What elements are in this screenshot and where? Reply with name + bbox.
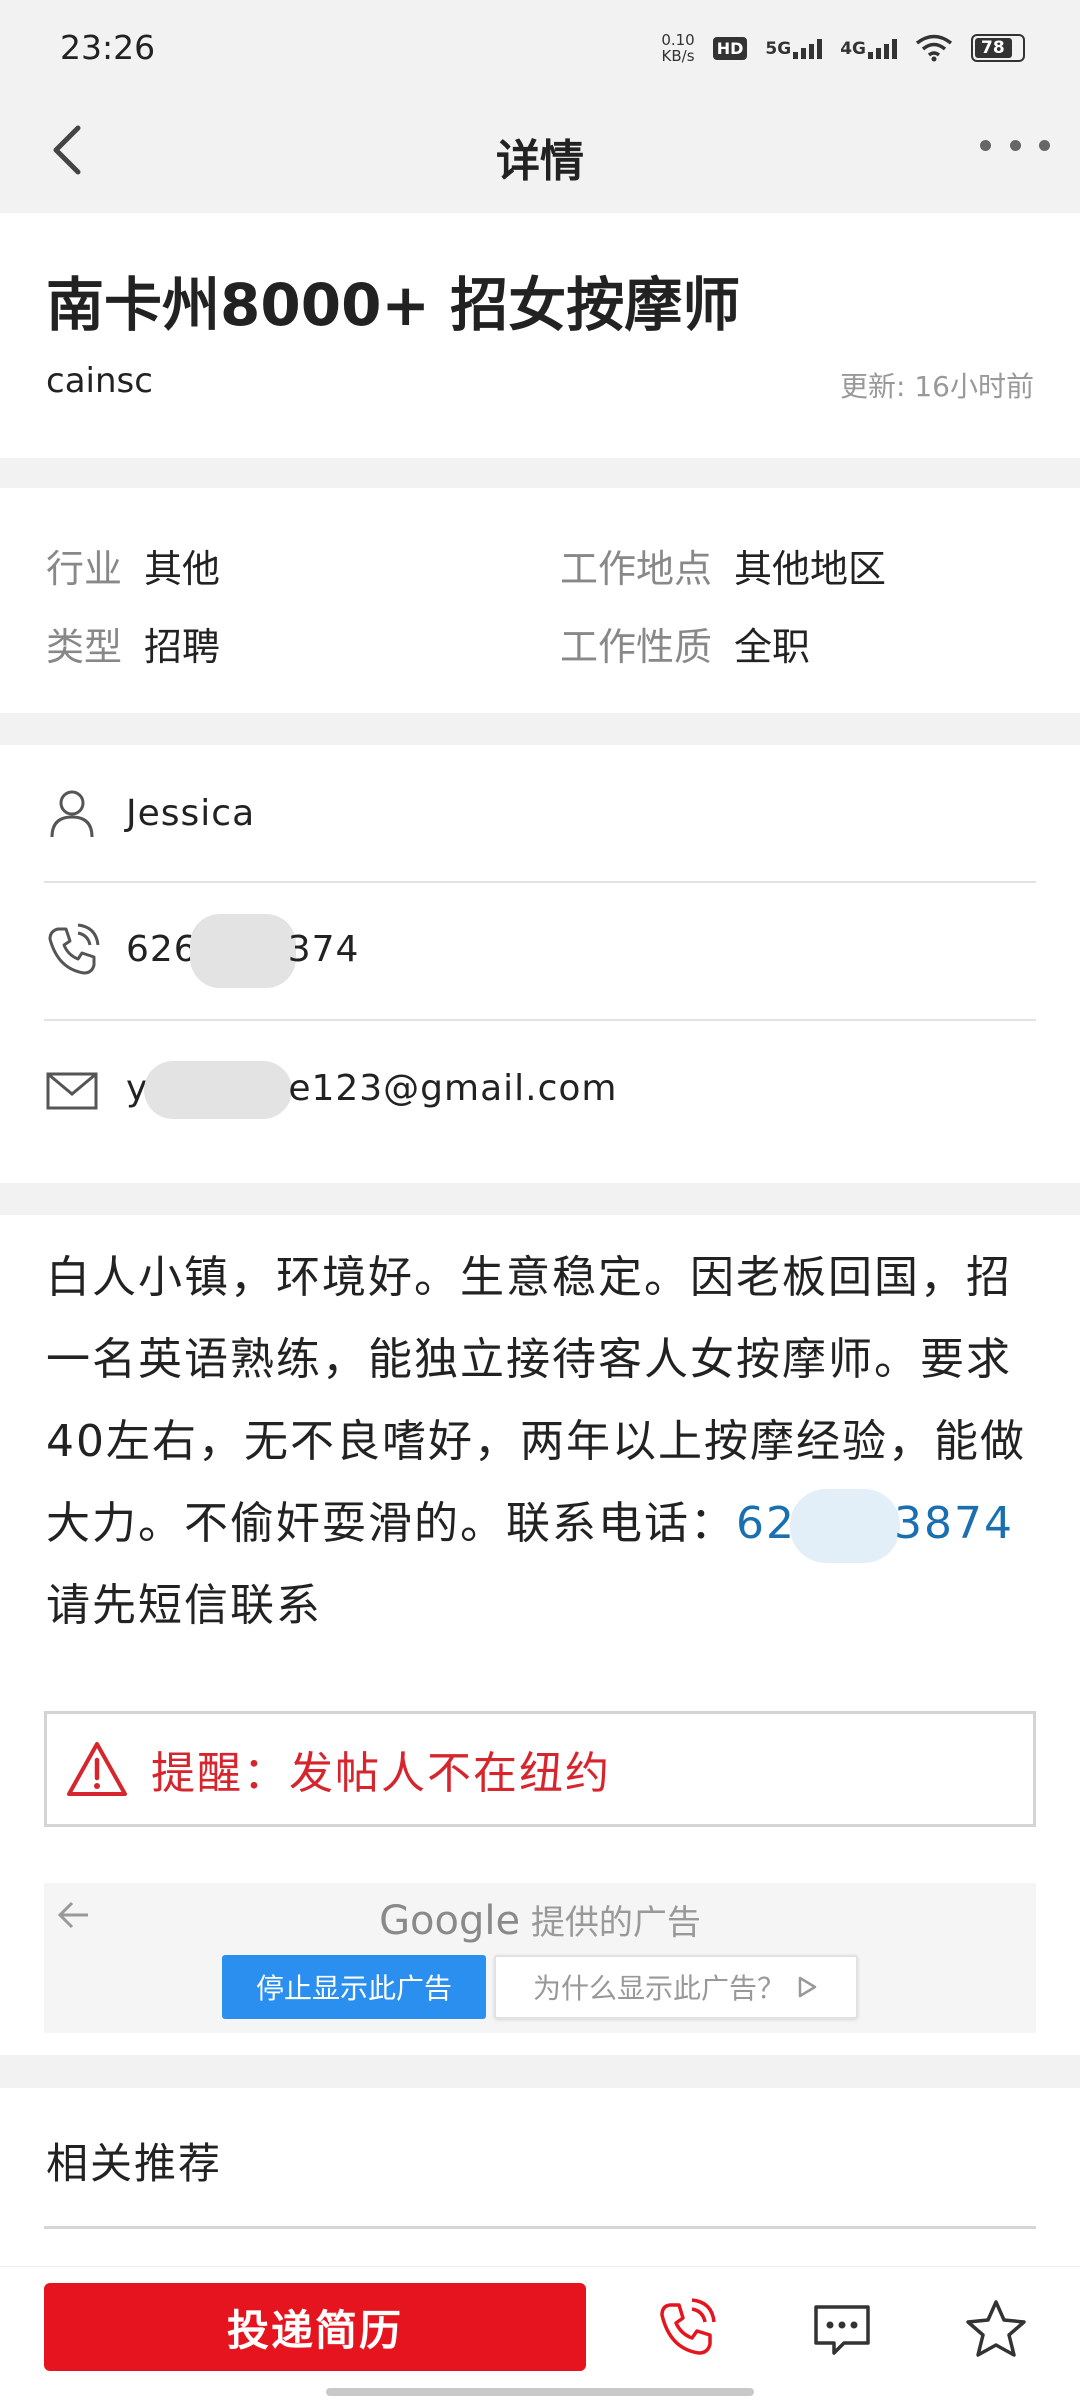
signal-4g-icon: 4G <box>840 37 897 59</box>
divider <box>44 2226 1036 2229</box>
post-updated-time: 更新: 16小时前 <box>840 370 1034 403</box>
contact-info: Jessica 626 374 y e123@gmail.com <box>0 745 1080 1183</box>
description-phone-link[interactable]: 62 3874 <box>736 1489 1014 1563</box>
contact-phone-row[interactable]: 626 374 <box>44 883 1036 1021</box>
status-icons: 0.10 KB/s HD 5G 4G 78 <box>661 32 1025 64</box>
star-icon[interactable] <box>964 2297 1028 2361</box>
more-options-icon[interactable] <box>980 135 1050 155</box>
stop-ad-button[interactable]: 停止显示此广告 <box>222 1955 486 2019</box>
contact-name: Jessica <box>126 792 256 834</box>
warning-banner: 提醒：发帖人不在纽约 <box>44 1711 1036 1827</box>
signal-5g-icon: 5G <box>765 37 823 59</box>
hd-voice-icon: HD <box>712 36 748 60</box>
contact-email-row[interactable]: y e123@gmail.com <box>44 1021 1036 1159</box>
redacted-blur <box>189 914 296 988</box>
description-text: 白人小镇，环境好。生意稳定。因老板回国，招一名英语熟练，能独立接待客人女按摩师。… <box>46 1252 1026 1631</box>
meta-industry: 行业 其他 <box>46 547 221 591</box>
ad-provider-label: Google 提供的广告 <box>379 1898 701 1944</box>
meta-location: 工作地点 其他地区 <box>560 547 887 591</box>
page-title: 详情 <box>496 136 584 187</box>
status-bar: 23:26 0.10 KB/s HD 5G 4G 78 <box>0 0 1080 95</box>
status-time: 23:26 <box>60 28 156 67</box>
related-title: 相关推荐 <box>46 2139 223 2188</box>
post-title: 南卡州8000+ 招女按摩师 <box>46 271 741 339</box>
apply-resume-button[interactable]: 投递简历 <box>44 2283 586 2371</box>
contact-phone[interactable]: 626 374 <box>126 914 359 988</box>
person-icon <box>50 790 94 838</box>
home-indicator[interactable] <box>326 2388 754 2396</box>
job-meta: 行业 其他 工作地点 其他地区 类型 招聘 工作性质 全职 <box>0 488 1080 713</box>
why-ad-button[interactable]: 为什么显示此广告？ <box>494 1955 858 2019</box>
meta-type: 类型 招聘 <box>46 625 221 669</box>
redacted-blur <box>144 1061 293 1119</box>
meta-nature: 工作性质 全职 <box>560 625 811 669</box>
post-author: cainsc <box>46 361 153 401</box>
bottom-action-bar: 投递简历 <box>0 2266 1080 2400</box>
warning-triangle-icon <box>67 1742 127 1796</box>
chat-bubble-icon[interactable] <box>810 2297 874 2361</box>
redacted-blur <box>790 1489 900 1563</box>
post-header: 南卡州8000+ 招女按摩师 cainsc 更新: 16小时前 <box>0 213 1080 458</box>
ad-choices-icon <box>798 1976 817 1998</box>
contact-name-row: Jessica <box>44 745 1036 883</box>
warning-text: 提醒：发帖人不在纽约 <box>151 1748 611 1799</box>
nav-bar: 详情 <box>0 95 1080 213</box>
ad-feedback-panel: Google 提供的广告 停止显示此广告 为什么显示此广告？ <box>44 1883 1036 2033</box>
phone-icon[interactable] <box>654 2297 718 2361</box>
contact-email[interactable]: y e123@gmail.com <box>126 1061 618 1119</box>
phone-icon <box>48 923 100 975</box>
job-description: 白人小镇，环境好。生意稳定。因老板回国，招一名英语熟练，能独立接待客人女按摩师。… <box>0 1215 1080 2055</box>
battery-icon: 78 <box>971 34 1025 62</box>
mail-icon <box>46 1072 98 1110</box>
network-speed: 0.10 KB/s <box>661 31 695 65</box>
wifi-icon <box>915 34 953 62</box>
